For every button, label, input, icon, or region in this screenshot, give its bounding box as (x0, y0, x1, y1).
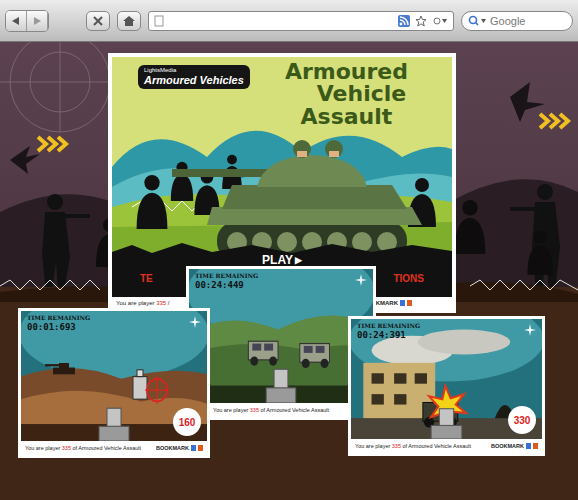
soldier-right-icon (510, 184, 560, 292)
chevrons-left-icon (38, 137, 66, 151)
time-label: TIME REMAINING (195, 273, 258, 280)
web-page: LightsMedia Armoured Vehicles ArmouredVe… (0, 42, 578, 500)
game-screenshot: TIME REMAINING 00:01:693 160 You are pla… (18, 308, 210, 458)
forward-button[interactable] (27, 11, 48, 31)
bookmark-button[interactable]: BOOKMARK (491, 443, 538, 449)
rss-icon[interactable] (398, 15, 410, 27)
share-icons (191, 445, 203, 451)
player-cannon-icon (266, 369, 296, 403)
robot-target-icon (133, 370, 147, 399)
compass-icon (355, 274, 367, 286)
stop-x-icon (92, 15, 104, 27)
stop-button[interactable] (86, 11, 110, 31)
search-field[interactable] (461, 11, 573, 31)
game-title-line: Armoured (285, 61, 408, 83)
time-remaining: TIME REMAINING 00:24:449 (195, 273, 258, 290)
home-button[interactable] (117, 11, 141, 31)
back-arrow-icon (11, 16, 21, 26)
time-value: 00:24:391 (357, 330, 420, 340)
player-count: You are player 335 of Armoured Vehicle A… (213, 407, 329, 413)
browser-toolbar (0, 0, 578, 42)
game-scene: TIME REMAINING 00:24:449 (189, 269, 373, 403)
time-label: TIME REMAINING (27, 315, 90, 322)
time-value: 00:24:449 (195, 280, 258, 290)
score-badge: 330 (508, 406, 536, 434)
jet-left-icon (10, 146, 40, 174)
menu-item[interactable]: TIONS (393, 273, 424, 284)
publisher-name: LightsMedia (144, 67, 244, 74)
time-remaining: TIME REMAINING 00:24:391 (357, 323, 420, 340)
target-silhouette-icon (137, 175, 168, 229)
bookmark-star-icon[interactable] (415, 15, 427, 27)
player-count: You are player 335 of Armoured Vehicle A… (25, 445, 141, 451)
player-cannon-icon (431, 409, 462, 439)
compass-icon (189, 316, 201, 328)
play-label: PLAY (262, 253, 293, 267)
identity-dropdown-icon[interactable] (432, 15, 448, 27)
game-scene: TIME REMAINING 00:24:391 330 (351, 319, 542, 439)
game-title: ArmouredVehicleAssault (285, 61, 408, 128)
compass-icon (524, 324, 536, 336)
jet-right-icon (510, 82, 545, 122)
game-screenshot: TIME REMAINING 00:24:391 330 You are pla… (348, 316, 545, 456)
screenshot-footer: You are player 335 of Armoured Vehicle A… (21, 441, 207, 455)
bookmark-button[interactable]: BOOKMARK (156, 445, 203, 451)
play-icon: ▶ (295, 255, 302, 265)
navigation-buttons (5, 10, 49, 32)
time-remaining: TIME REMAINING 00:01:693 (27, 315, 90, 332)
tank-icon (172, 140, 422, 260)
game-title-line: Vehicle (317, 83, 406, 105)
screenshot-footer: You are player 335 of Armoured Vehicle A… (351, 439, 542, 453)
player-cannon-icon (99, 408, 129, 441)
soldier-left-icon (42, 194, 90, 292)
back-button[interactable] (6, 11, 27, 31)
jeep-icon (300, 344, 330, 368)
screenshot-footer: You are player 335 of Armoured Vehicle A… (189, 403, 373, 417)
player-count: You are player 335 of Armoured Vehicle A… (355, 443, 471, 449)
title-screen: LightsMedia Armoured Vehicles ArmouredVe… (112, 57, 452, 297)
search-input[interactable] (490, 15, 566, 27)
page-icon (154, 15, 164, 27)
target-silhouette-icon (527, 231, 552, 275)
browser-window: LightsMedia Armoured Vehicles ArmouredVe… (0, 0, 578, 500)
share-icons (526, 443, 538, 449)
search-engine-icon[interactable] (468, 15, 488, 27)
home-icon (122, 15, 136, 27)
target-silhouette-icon (171, 162, 193, 201)
game-title-line: Assault (301, 106, 393, 128)
enemy-tank-icon (45, 363, 75, 374)
time-label: TIME REMAINING (357, 323, 420, 330)
game-scene: TIME REMAINING 00:01:693 160 (21, 311, 207, 441)
address-bar[interactable] (148, 11, 454, 31)
menu-item[interactable]: TE (140, 273, 153, 284)
score-badge: 160 (173, 408, 201, 436)
player-count: You are player 335 / (116, 300, 170, 306)
logo-title: Armoured Vehicles (144, 74, 244, 86)
share-icons (400, 300, 412, 306)
publisher-logo[interactable]: LightsMedia Armoured Vehicles (138, 65, 250, 89)
target-silhouette-icon (455, 200, 486, 254)
chevrons-right-icon (540, 114, 568, 128)
jeep-icon (248, 341, 278, 365)
time-value: 00:01:693 (27, 322, 90, 332)
address-field[interactable] (169, 14, 393, 28)
forward-arrow-icon (32, 16, 42, 26)
